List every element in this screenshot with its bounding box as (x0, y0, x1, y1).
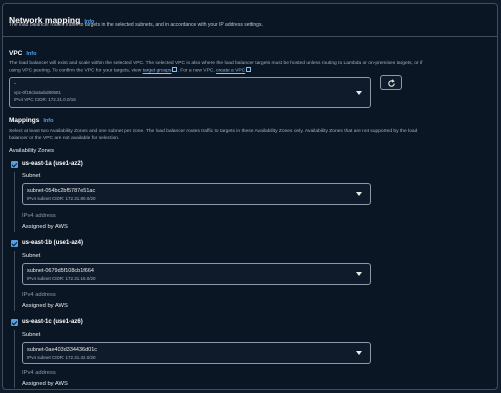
zone2-ipv4-value: Assigned by AWS (22, 303, 68, 309)
az-checkbox-us-east-1a[interactable] (11, 161, 18, 168)
az-checkbox-us-east-1c[interactable] (11, 319, 18, 326)
vpc-description: The load balancer will exist and scale w… (9, 60, 422, 75)
create-vpc-link[interactable]: create a VPC (216, 69, 245, 74)
vpc-select[interactable]: - vpc-0f19cba5abd80581 IPv4 VPC CIDR: 17… (9, 77, 371, 108)
zone1-subnet-cidr: IPv4 subnet CIDR: 172.31.80.0/20 (27, 196, 96, 201)
page-background: Network mapping Info The load balancer ro… (0, 0, 501, 393)
availability-zones-heading: Availability Zones (9, 148, 55, 154)
external-link-icon (246, 67, 252, 72)
mappings-info-link[interactable]: Info (43, 118, 53, 124)
zone3-subnet-cidr: IPv4 subnet CIDR: 172.31.32.0/20 (27, 355, 96, 360)
vpc-selected-cidr: IPv4 VPC CIDR: 172.31.0.0/16 (14, 97, 76, 102)
network-mapping-panel: Network mapping Info The load balancer ro… (2, 3, 498, 390)
az-name-us-east-1b: us-east-1b (use1-az4) (22, 240, 84, 246)
vpc-description-line1: The load balancer will exist and scale w… (9, 61, 423, 66)
zone3-subnet-select[interactable]: subnet-0ae403d334436d01c IPv4 subnet CID… (22, 342, 371, 364)
vpc-label: VPC (9, 50, 23, 57)
vpc-selected-name: - (14, 81, 16, 87)
caret-down-icon (356, 192, 362, 196)
mappings-label-row: Mappings Info (9, 117, 53, 124)
caret-down-icon (356, 272, 362, 276)
az-checkbox-us-east-1b[interactable] (11, 240, 18, 247)
mappings-description: Select at least two Availability Zones a… (9, 129, 418, 141)
vpc-label-row: VPC Info (9, 50, 36, 57)
zone2-subnet-id: subnet-0679d5f108cb1f664 (27, 268, 94, 274)
az-name-us-east-1c: us-east-1c (use1-az6) (22, 319, 83, 325)
vpc-selected-id: vpc-0f19cba5abd80581 (14, 90, 62, 95)
section-description: The load balancer routes traffic to targ… (9, 22, 263, 28)
zone1-subnet-id: subnet-054bc2bf5787e51ac (27, 188, 96, 194)
zone3-ipv4-label: IPv4 address (22, 370, 56, 376)
zone3-ipv4-value: Assigned by AWS (22, 381, 68, 387)
header-divider (3, 36, 497, 37)
az-name-us-east-1a: us-east-1a (use1-az2) (22, 161, 83, 167)
zone1-subnet-label: Subnet (22, 173, 41, 179)
zone-guide-line (14, 251, 15, 311)
zone3-subnet-label: Subnet (22, 332, 41, 338)
zone1-subnet-select[interactable]: subnet-054bc2bf5787e51ac IPv4 subnet CID… (22, 183, 371, 205)
vpc-description-line2: using VPC peering. To confirm the VPC fo… (9, 67, 422, 75)
zone1-ipv4-value: Assigned by AWS (22, 224, 68, 230)
caret-down-icon (356, 351, 362, 355)
mappings-label: Mappings (9, 117, 40, 124)
caret-down-icon (356, 91, 362, 95)
zone1-ipv4-label: IPv4 address (22, 213, 56, 219)
zone2-subnet-select[interactable]: subnet-0679d5f108cb1f664 IPv4 subnet CID… (22, 263, 371, 285)
vpc-info-link[interactable]: Info (26, 51, 36, 57)
zone2-ipv4-label: IPv4 address (22, 292, 56, 298)
zone-guide-line (14, 172, 15, 232)
target-groups-link[interactable]: target groups (143, 69, 172, 74)
refresh-icon (388, 79, 395, 87)
zone2-subnet-cidr: IPv4 subnet CIDR: 172.31.16.0/20 (27, 276, 96, 281)
refresh-button[interactable] (380, 75, 402, 90)
zone-guide-line (14, 330, 15, 388)
zone2-subnet-label: Subnet (22, 253, 41, 259)
zone3-subnet-id: subnet-0ae403d334436d01c (27, 347, 98, 353)
